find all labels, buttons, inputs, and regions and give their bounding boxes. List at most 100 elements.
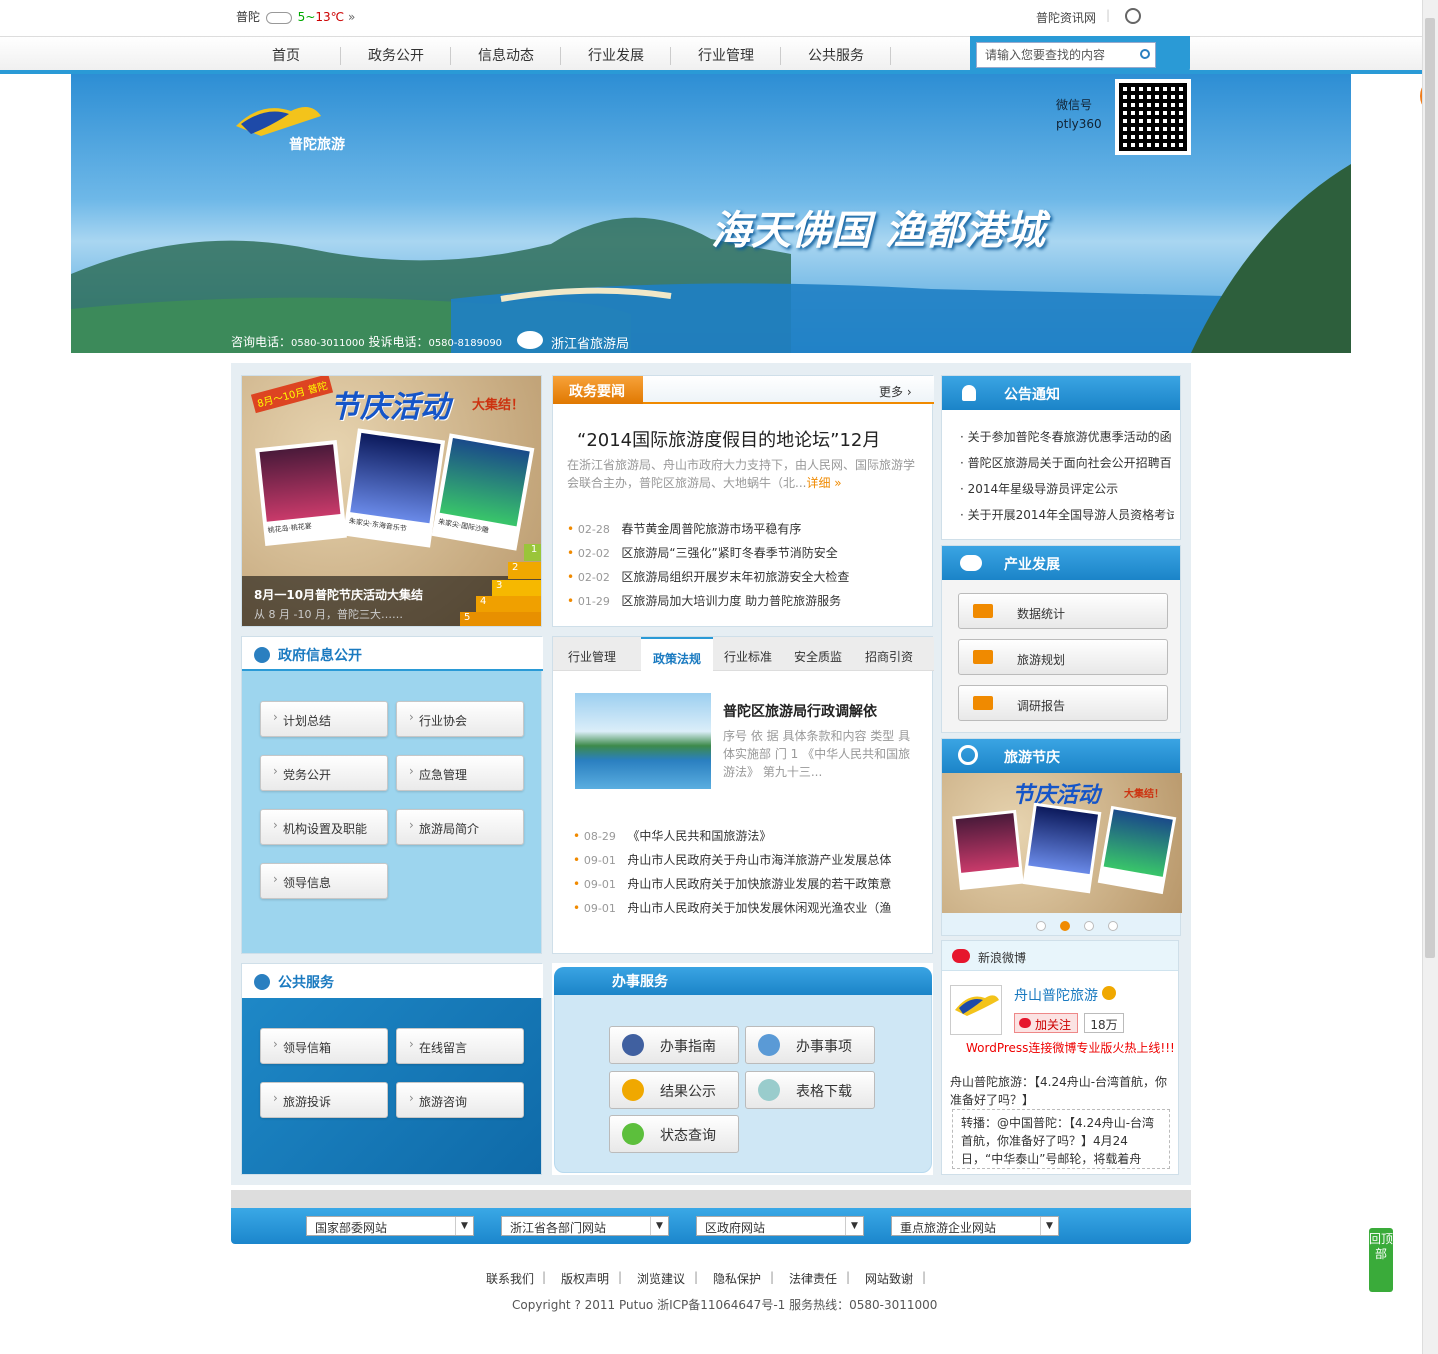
service-label: 办事指南: [660, 1039, 716, 1055]
bullet-icon: •: [567, 522, 575, 536]
carousel-step-5[interactable]: 5: [460, 612, 541, 626]
public-btn-message[interactable]: 在线留言: [396, 1028, 524, 1064]
festival-title: 节庆活动: [1012, 783, 1101, 808]
search-input[interactable]: 请输入您要查找的内容: [976, 42, 1156, 68]
promo-title: 节庆活动: [330, 390, 450, 425]
service-label: 结果公示: [660, 1084, 716, 1100]
notice-item[interactable]: · 普陀区旅游局关于面向社会公开招聘百: [960, 454, 1174, 471]
weibo-account[interactable]: 舟山普陀旅游: [1014, 985, 1098, 1005]
globe-icon[interactable]: [1125, 8, 1141, 24]
complaint-phone: 0580-8189090: [428, 338, 503, 349]
promo-title-suffix: 大集结！: [472, 398, 525, 413]
service-guide-button[interactable]: 办事指南: [609, 1026, 739, 1064]
policy-item[interactable]: • 08-29 《中华人民共和国旅游法》: [573, 827, 923, 844]
policy-item[interactable]: • 09-01 舟山市人民政府关于加快发展休闲观光渔农业（渔: [573, 899, 923, 916]
industry-stats-button[interactable]: 数据统计: [958, 593, 1168, 629]
notice-item[interactable]: · 关于开展2014年全国导游人员资格考试: [960, 506, 1174, 523]
policy-feature-title[interactable]: 普陀区旅游局行政调解依: [723, 701, 877, 721]
festival-image[interactable]: 节庆活动 大集结！: [942, 773, 1182, 913]
scrollbar-thumb[interactable]: [1425, 18, 1435, 958]
service-label: 状态查询: [660, 1128, 716, 1144]
news-detail-link[interactable]: 详细: [806, 476, 830, 490]
carousel-dot[interactable]: [1108, 921, 1118, 931]
nav-news[interactable]: 信息动态: [451, 45, 561, 65]
news-item[interactable]: • 02-28 春节黄金周普陀旅游市场平稳有序: [567, 520, 801, 537]
news-more[interactable]: 更多 ›: [879, 383, 912, 400]
carousel-step-1[interactable]: 1: [524, 544, 541, 561]
gov-btn-emergency[interactable]: 应急管理: [396, 755, 524, 791]
nav-home[interactable]: 首页: [231, 45, 341, 65]
weibo-follow-button[interactable]: 加关注: [1014, 1013, 1078, 1033]
footer-contact[interactable]: 联系我们: [486, 1270, 534, 1287]
news-item[interactable]: • 02-02 区旅游局“三强化”紧盯冬春季节消防安全: [567, 544, 838, 561]
nav-industry-dev[interactable]: 行业发展: [561, 45, 671, 65]
wechat-id: ptly360: [1056, 117, 1102, 131]
notice-item[interactable]: · 关于参加普陀冬春旅游优惠季活动的函: [960, 428, 1174, 445]
bureau-name[interactable]: 浙江省旅游局: [551, 333, 629, 352]
carousel-dot[interactable]: [1036, 921, 1046, 931]
gov-btn-bureau-intro[interactable]: 旅游局简介: [396, 809, 524, 845]
carousel-dot-active[interactable]: [1060, 921, 1070, 931]
footer-copyright-link[interactable]: 版权声明: [561, 1270, 609, 1287]
weibo-avatar[interactable]: [950, 985, 1002, 1035]
footer-thanks[interactable]: 网站致谢: [865, 1270, 913, 1287]
promo-caption-title[interactable]: 8月一10月普陀节庆活动大集结: [254, 586, 423, 603]
weather-more[interactable]: »: [348, 10, 355, 24]
public-btn-consult[interactable]: 旅游咨询: [396, 1082, 524, 1118]
tab-investment[interactable]: 招商引资: [853, 637, 925, 671]
gov-btn-organization[interactable]: 机构设置及职能: [260, 809, 388, 845]
news-item[interactable]: • 02-02 区旅游局组织开展岁末年初旅游安全大检查: [567, 568, 849, 585]
footer-legal[interactable]: 法律责任: [789, 1270, 837, 1287]
gov-btn-industry-assoc[interactable]: 行业协会: [396, 701, 524, 737]
back-to-top-button[interactable]: 回顶部: [1369, 1228, 1393, 1292]
search-icon[interactable]: [1140, 49, 1150, 59]
policy-item[interactable]: • 09-01 舟山市人民政府关于加快旅游业发展的若干政策意: [573, 875, 923, 892]
news-item[interactable]: • 01-29 区旅游局加大培训力度 助力普陀旅游服务: [567, 592, 841, 609]
policy-date: 08-29: [583, 830, 616, 843]
policy-feature-image[interactable]: [575, 693, 711, 789]
gov-btn-party-affairs[interactable]: 党务公开: [260, 755, 388, 791]
service-forms-button[interactable]: 表格下载: [745, 1071, 875, 1109]
nav-gov-affairs[interactable]: 政务公开: [341, 45, 451, 65]
tab-industry-standard[interactable]: 行业标准: [713, 637, 783, 671]
chevron-down-icon: ▼: [455, 1217, 473, 1235]
select-district[interactable]: 区政府网站 ▼: [696, 1216, 864, 1236]
select-enterprises[interactable]: 重点旅游企业网站 ▼: [891, 1216, 1059, 1236]
tab-policy-active[interactable]: 政策法规: [641, 637, 713, 671]
service-results-button[interactable]: 结果公示: [609, 1071, 739, 1109]
public-btn-complaint[interactable]: 旅游投诉: [260, 1082, 388, 1118]
nav-industry-mgmt[interactable]: 行业管理: [671, 45, 781, 65]
carousel-step-4[interactable]: 4: [476, 596, 541, 612]
tab-industry-mgmt[interactable]: 行业管理: [557, 637, 627, 671]
festival-photo: [952, 809, 1024, 891]
service-status-button[interactable]: 状态查询: [609, 1115, 739, 1153]
policy-item[interactable]: • 09-01 舟山市人民政府关于舟山市海洋旅游产业发展总体: [573, 851, 923, 868]
carousel-step-2[interactable]: 2: [508, 562, 541, 579]
weibo-fans-count: 18万: [1084, 1013, 1124, 1033]
gov-btn-plan-summary[interactable]: 计划总结: [260, 701, 388, 737]
weibo-promo[interactable]: WordPress连接微博专业版火热上线!!!: [966, 1039, 1175, 1056]
industry-planning-button[interactable]: 旅游规划: [958, 639, 1168, 675]
public-btn-mailbox[interactable]: 领导信箱: [260, 1028, 388, 1064]
service-items-button[interactable]: 办事事项: [745, 1026, 875, 1064]
gov-info-header: 政府信息公开: [278, 648, 362, 664]
footer-privacy[interactable]: 隐私保护: [713, 1270, 761, 1287]
cloud-icon: [265, 11, 292, 24]
notice-item[interactable]: · 2014年星级导游员评定公示: [960, 480, 1174, 497]
site-link[interactable]: 普陀资讯网: [1036, 9, 1096, 26]
select-ministries[interactable]: 国家部委网站 ▼: [306, 1216, 474, 1236]
tab-safety[interactable]: 安全质监: [785, 637, 851, 671]
footer-suggestions[interactable]: 浏览建议: [637, 1270, 685, 1287]
select-label: 重点旅游企业网站: [900, 1221, 997, 1235]
nav-public-service[interactable]: 公共服务: [781, 45, 891, 65]
service-panel: 办事服务 办事指南 办事事项 结果公示 表格下载 状态查询: [552, 963, 933, 1175]
notice-title: 普陀区旅游局关于面向社会公开招聘百: [967, 456, 1172, 470]
select-provincial[interactable]: 浙江省各部门网站 ▼: [501, 1216, 669, 1236]
promo-carousel[interactable]: 8月～10月 普陀 节庆活动 大集结！ 桃花岛·桃花宴 朱家尖·东海音乐节 朱家…: [241, 375, 542, 627]
carousel-dot[interactable]: [1084, 921, 1094, 931]
news-date: 02-02: [577, 571, 610, 584]
news-headline[interactable]: “2014国际旅游度假目的地论坛”12月: [577, 426, 880, 452]
carousel-step-3[interactable]: 3: [492, 580, 541, 597]
industry-research-button[interactable]: 调研报告: [958, 685, 1168, 721]
gov-btn-leaders[interactable]: 领导信息: [260, 863, 388, 899]
